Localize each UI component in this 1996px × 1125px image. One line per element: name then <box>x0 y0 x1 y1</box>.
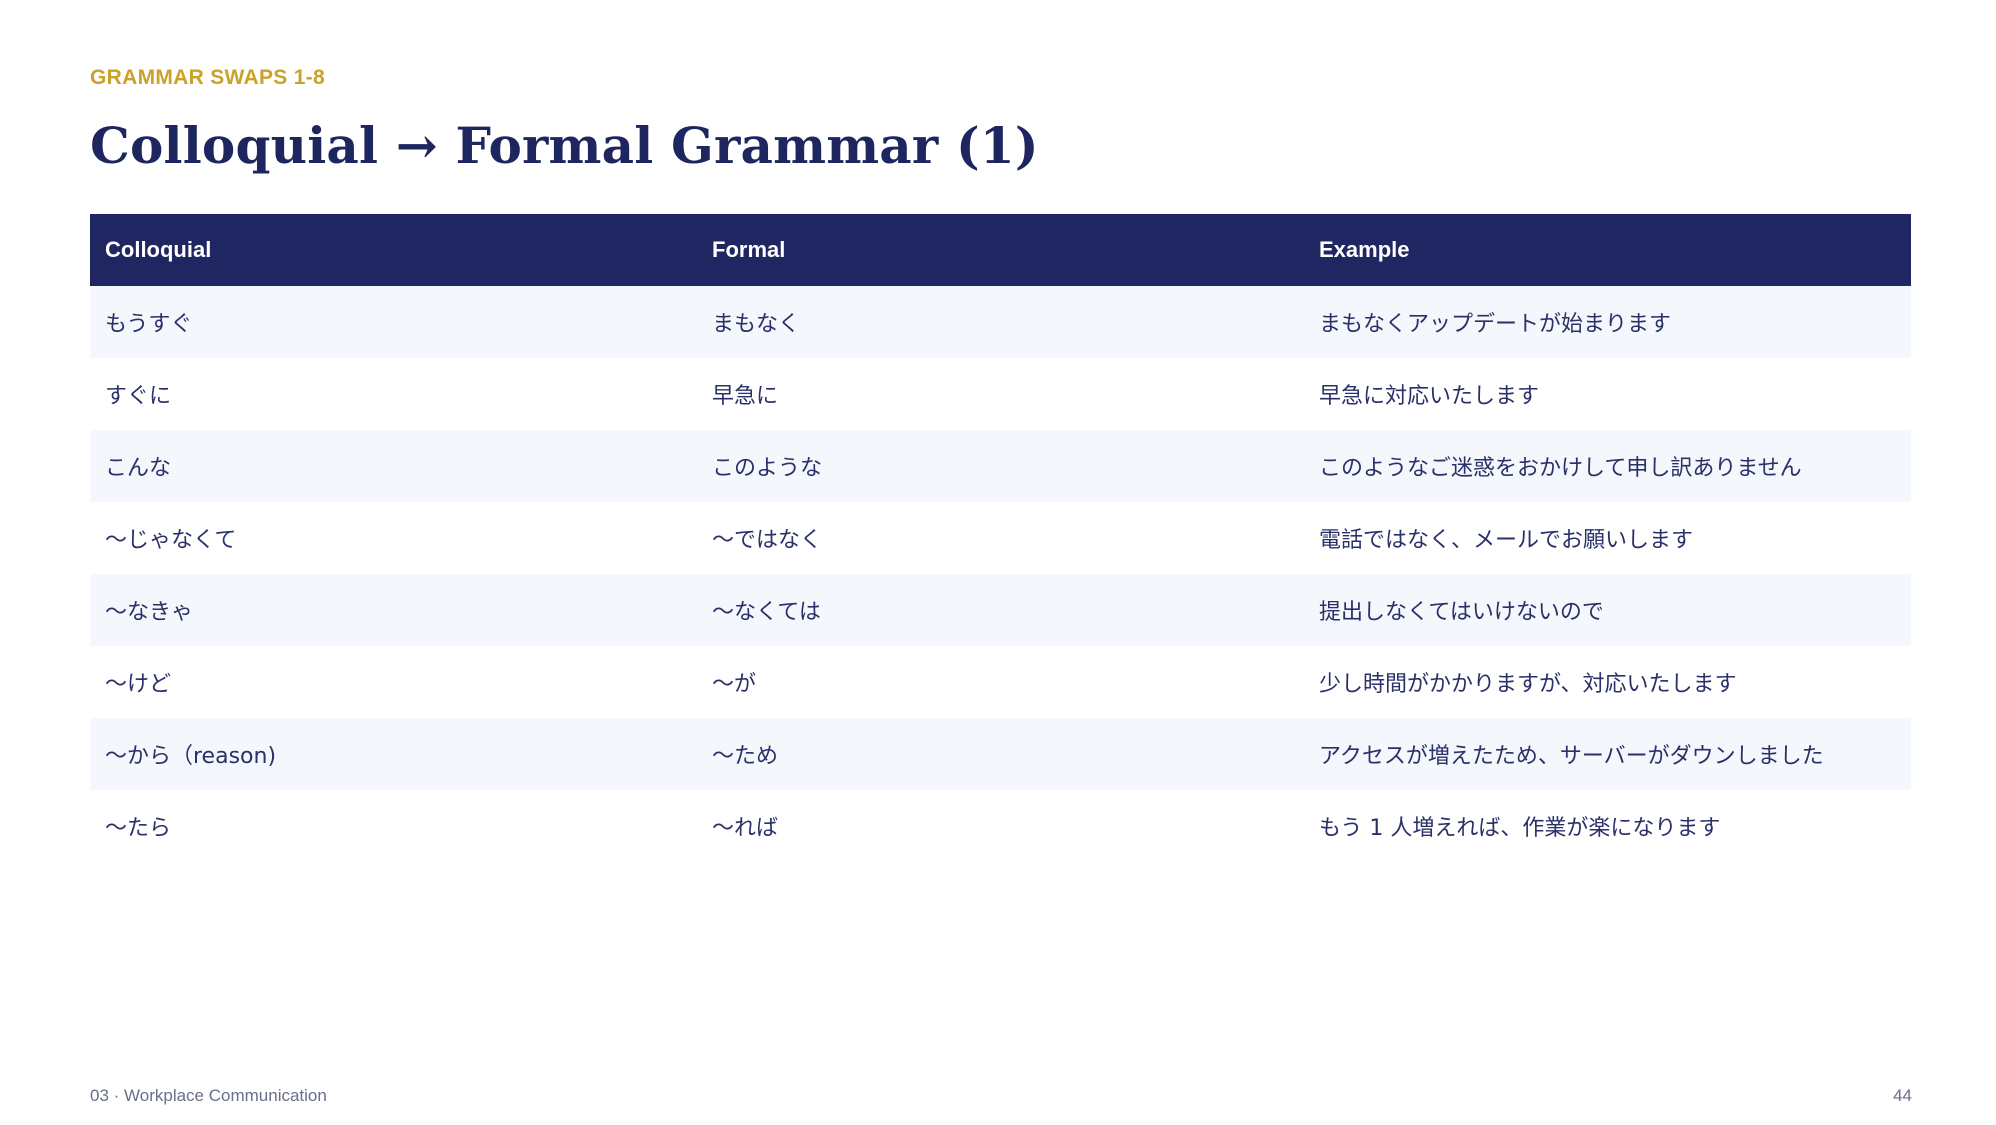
cell-colloquial: 〜けど <box>90 646 697 718</box>
table-row: 〜けど 〜が 少し時間がかかりますが、対応いたします <box>90 646 1911 718</box>
cell-example: このようなご迷惑をおかけして申し訳ありません <box>1304 430 1911 502</box>
table-header-row: Colloquial Formal Example <box>90 214 1911 286</box>
cell-formal: 〜が <box>697 646 1304 718</box>
cell-formal: 〜ため <box>697 718 1304 790</box>
grammar-table: Colloquial Formal Example もうすぐ まもなく まもなく… <box>90 214 1911 862</box>
footer-section-label: 03 · Workplace Communication <box>90 1086 327 1105</box>
table-row: 〜じゃなくて 〜ではなく 電話ではなく、メールでお願いします <box>90 502 1911 574</box>
column-header-colloquial: Colloquial <box>90 214 697 286</box>
slide-title: Colloquial → Formal Grammar (1) <box>90 116 1039 175</box>
cell-colloquial: もうすぐ <box>90 286 697 358</box>
column-header-formal: Formal <box>697 214 1304 286</box>
cell-example: 電話ではなく、メールでお願いします <box>1304 502 1911 574</box>
table-row: もうすぐ まもなく まもなくアップデートが始まります <box>90 286 1911 358</box>
table-row: こんな このような このようなご迷惑をおかけして申し訳ありません <box>90 430 1911 502</box>
cell-example: 早急に対応いたします <box>1304 358 1911 430</box>
table-row: すぐに 早急に 早急に対応いたします <box>90 358 1911 430</box>
cell-colloquial: こんな <box>90 430 697 502</box>
cell-formal: 〜れば <box>697 790 1304 862</box>
cell-formal: まもなく <box>697 286 1304 358</box>
cell-example: もう 1 人増えれば、作業が楽になります <box>1304 790 1911 862</box>
table-row: 〜なきゃ 〜なくては 提出しなくてはいけないので <box>90 574 1911 646</box>
page-number: 44 <box>1893 1086 1912 1105</box>
table-row: 〜たら 〜れば もう 1 人増えれば、作業が楽になります <box>90 790 1911 862</box>
cell-colloquial: 〜から（reason) <box>90 718 697 790</box>
cell-example: 提出しなくてはいけないので <box>1304 574 1911 646</box>
table-row: 〜から（reason) 〜ため アクセスが増えたため、サーバーがダウンしました <box>90 718 1911 790</box>
cell-formal: このような <box>697 430 1304 502</box>
cell-example: アクセスが増えたため、サーバーがダウンしました <box>1304 718 1911 790</box>
cell-formal: 早急に <box>697 358 1304 430</box>
cell-colloquial: 〜じゃなくて <box>90 502 697 574</box>
cell-example: 少し時間がかかりますが、対応いたします <box>1304 646 1911 718</box>
cell-formal: 〜ではなく <box>697 502 1304 574</box>
section-eyebrow: GRAMMAR SWAPS 1-8 <box>90 66 325 89</box>
cell-colloquial: すぐに <box>90 358 697 430</box>
cell-example: まもなくアップデートが始まります <box>1304 286 1911 358</box>
column-header-example: Example <box>1304 214 1911 286</box>
cell-colloquial: 〜なきゃ <box>90 574 697 646</box>
cell-colloquial: 〜たら <box>90 790 697 862</box>
cell-formal: 〜なくては <box>697 574 1304 646</box>
